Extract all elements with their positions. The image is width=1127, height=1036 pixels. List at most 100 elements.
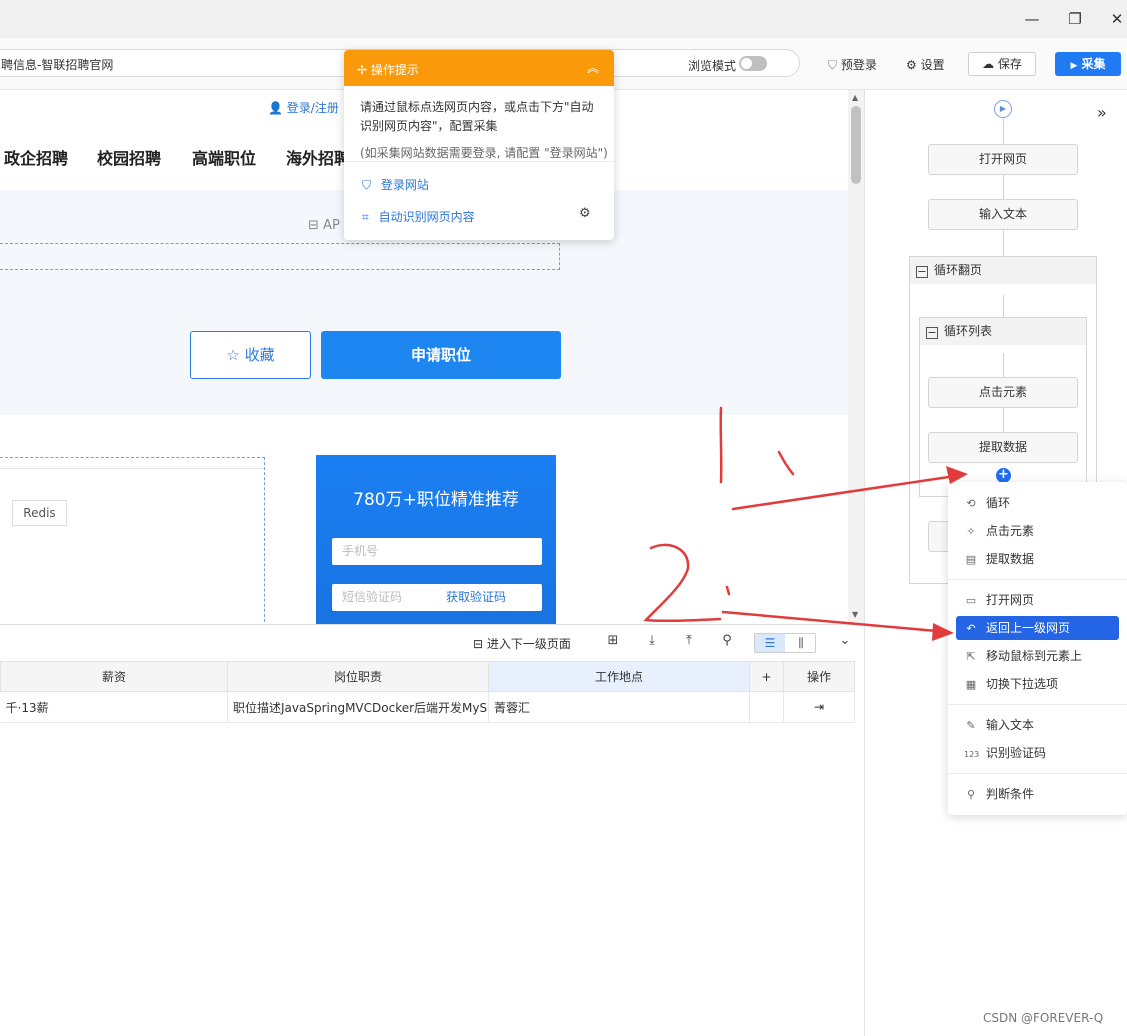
save-button[interactable]: ☁ 保存 [968,52,1036,76]
nav-item-gov[interactable]: 政企招聘 [4,145,68,169]
menu-item-click-element[interactable]: ✧ 点击元素 [956,519,1119,543]
chevron-down-icon[interactable]: ⌄ [835,633,855,653]
star-icon: ☆ [226,346,240,364]
data-preview-panel: ⊟ 进入下一级页面 ⊞ ⤓ ⤒ ⚲ ☰ ⫼ ⌄ 薪资 岗位职责 工作地点 + 操… [0,624,864,1036]
filter-icon[interactable]: ⚲ [717,633,737,653]
loop-icon: ⟲ [966,497,976,510]
login-register-link[interactable]: 👤 登录/注册 [268,99,339,116]
loop-list-label: 循环列表 [944,324,993,338]
tip-header: ✢ 操作提示 ︽ [344,50,614,86]
cell-salary[interactable]: 千·13薪 [0,691,228,723]
menu-item-label: 判断条件 [986,787,1035,801]
gear-icon[interactable]: ⚙ [579,206,591,221]
dropdown-icon: ▦ [965,678,977,691]
loop-page-label: 循环翻页 [934,263,983,277]
menu-divider [948,704,1127,705]
loop-list-header[interactable]: − 循环列表 [920,318,1086,345]
condition-icon: ⚲ [966,788,976,801]
webview-scrollbar[interactable]: ▲ ▼ [848,90,864,624]
add-column-button[interactable]: + [749,661,784,692]
maximize-icon[interactable]: ❐ [1064,8,1086,30]
menu-item-go-back[interactable]: ↶ 返回上一级网页 [956,616,1119,640]
table-row: 千·13薪 职位描述JavaSpringMVCDocker后端开发MyS... … [0,691,855,723]
delete-row-icon[interactable]: ⇥ [814,700,824,714]
expand-panel-icon[interactable]: » [1097,103,1107,122]
minimize-icon[interactable]: — [1021,8,1043,30]
menu-item-condition[interactable]: ⚲ 判断条件 [956,782,1119,806]
menu-item-hover[interactable]: ⇱ 移动鼠标到元素上 [956,644,1119,668]
tip-divider [344,161,614,162]
node-extract-data[interactable]: 提取数据 [928,432,1078,463]
click-icon: ✧ [966,525,976,538]
menu-item-label: 循环 [986,496,1011,510]
menu-item-captcha[interactable]: 123 识别验证码 [956,741,1119,765]
next-level-page-button[interactable]: ⊟ 进入下一级页面 [473,635,571,652]
node-input-text[interactable]: 输入文本 [928,199,1078,230]
cell-location[interactable]: 菁蓉汇 [488,691,750,723]
browse-mode-toggle[interactable] [739,56,767,71]
column-header-location[interactable]: 工作地点 [488,661,750,692]
save-label: 保存 [997,57,1022,71]
collect-label: 采集 [1081,57,1106,71]
nav-item-campus[interactable]: 校园招聘 [97,145,161,169]
add-field-icon[interactable]: ⊞ [603,633,623,653]
user-icon: 👤 [268,101,283,115]
connector [1003,353,1004,377]
nav-item-overseas[interactable]: 海外招聘 [286,145,350,169]
start-icon: ▶ [994,100,1012,118]
collect-button[interactable]: ▶ 采集 [1055,52,1121,76]
menu-item-open-page[interactable]: ▭ 打开网页 [956,588,1119,612]
shield-icon: ⛉ [362,178,372,192]
collapse-icon[interactable]: ︽ [587,59,599,76]
collapse-icon[interactable]: − [916,266,928,278]
add-step-icon[interactable]: + [996,468,1011,483]
column-view-icon[interactable]: ⫼ [786,634,816,652]
phone-input[interactable]: 手机号 [332,538,542,565]
node-partial[interactable] [928,521,948,552]
pre-login-button[interactable]: ⛉ 预登录 [828,56,877,73]
cell-duty[interactable]: 职位描述JavaSpringMVCDocker后端开发MyS... [227,691,489,723]
connector [1003,230,1004,256]
login-site-label: 登录网站 [380,178,429,192]
connector [1003,408,1004,432]
browse-mode-label: 浏览模式 [688,59,737,73]
nav-item-senior[interactable]: 高端职位 [192,145,256,169]
connector [1003,175,1004,199]
scroll-thumb[interactable] [851,106,861,184]
node-click-element[interactable]: 点击元素 [928,377,1078,408]
login-site-link[interactable]: ⛉ 登录网站 [362,176,429,193]
captcha-icon: 123 [964,750,980,759]
import-icon[interactable]: ⤓ [642,633,662,653]
tip-title-text: 操作提示 [370,63,419,77]
skill-tag[interactable]: Redis [12,500,67,526]
close-icon[interactable]: ✕ [1106,8,1127,30]
scroll-up-icon[interactable]: ▲ [852,93,858,102]
menu-item-label: 提取数据 [986,552,1035,566]
loop-page-header[interactable]: − 循环翻页 [910,257,1096,284]
gear-icon: ⚙ [906,58,917,72]
sms-code-input[interactable]: 短信验证码 获取验证码 [332,584,542,611]
export-icon[interactable]: ⤒ [679,633,699,653]
scroll-down-icon[interactable]: ▼ [852,610,858,619]
auto-detect-link[interactable]: ⌗ 自动识别网页内容 [362,208,475,225]
list-view-icon[interactable]: ☰ [755,634,785,652]
settings-button[interactable]: ⚙ 设置 [906,56,945,73]
menu-item-extract-data[interactable]: ▤ 提取数据 [956,547,1119,571]
favorite-button[interactable]: ☆ 收藏 [190,331,311,379]
node-open-page[interactable]: 打开网页 [928,144,1078,175]
column-header-salary[interactable]: 薪资 [0,661,228,692]
connector [1003,118,1004,144]
menu-item-input-text[interactable]: ✎ 输入文本 [956,713,1119,737]
get-code-link[interactable]: 获取验证码 [446,584,506,611]
ap-text: AP [323,218,340,233]
app-window: — ❐ ✕ 聘信息-智联招聘官网 浏览模式 ⛉ 预登录 ⚙ 设置 ☁ 保存 ▶ … [0,0,1127,1036]
menu-divider [948,579,1127,580]
tip-title: ✢ 操作提示 [357,61,419,78]
menu-item-label: 打开网页 [986,593,1035,607]
collapse-icon[interactable]: − [926,327,938,339]
column-header-duty[interactable]: 岗位职责 [227,661,489,692]
menu-item-loop[interactable]: ⟲ 循环 [956,491,1119,515]
apply-job-button[interactable]: 申请职位 [321,331,561,379]
pre-login-label: 预登录 [840,58,877,72]
menu-item-switch-dropdown[interactable]: ▦ 切换下拉选项 [956,672,1119,696]
